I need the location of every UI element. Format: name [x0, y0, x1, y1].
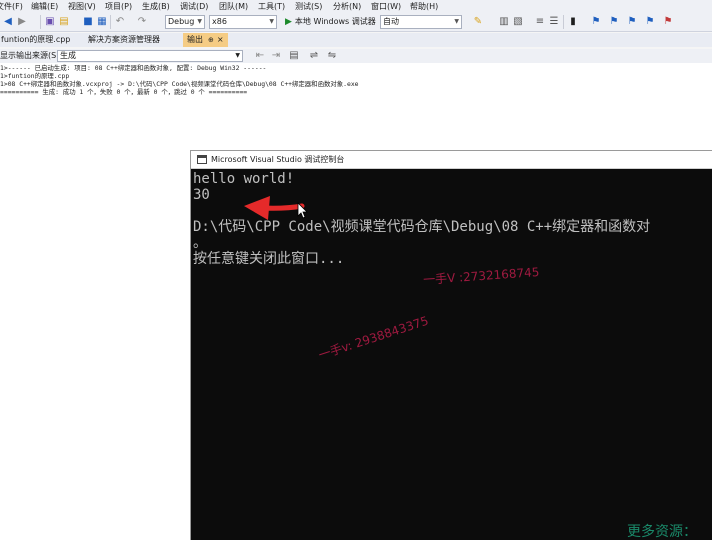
console-line: 30 [193, 187, 210, 203]
chevron-down-icon: ▼ [235, 52, 240, 59]
undo-icon[interactable]: ↶ [114, 16, 126, 28]
output-source-select[interactable]: 生成 ▼ [57, 50, 243, 62]
output-text-area[interactable]: 1>------ 已启动生成: 项目: 08 C++绑定器和函数对象, 配置: … [0, 63, 712, 153]
menu-bar: 文件(F) 编辑(E) 视图(V) 项目(P) 生成(B) 调试(D) 团队(M… [0, 0, 712, 12]
new-project-icon[interactable]: ▣ [44, 16, 56, 28]
menu-window[interactable]: 窗口(W) [371, 1, 401, 12]
console-line: 。 [193, 235, 207, 251]
output-line: 1>funtion的原理.cpp [0, 72, 70, 80]
next-bookmark-icon[interactable]: ⚑ [608, 16, 620, 28]
platform-select[interactable]: x86 ▼ [209, 15, 277, 29]
open-file-icon[interactable]: ▤ [58, 16, 70, 28]
clear-bookmarks-icon[interactable]: ⚑ [662, 16, 674, 28]
indent-icon[interactable]: ≡ [534, 16, 546, 28]
redo-icon[interactable]: ↷ [136, 16, 148, 28]
folder-bookmark-icon[interactable]: ⚑ [626, 16, 638, 28]
toolbar-separator [40, 15, 41, 29]
debug-console-window[interactable]: Microsoft Visual Studio 调试控制台 hello worl… [190, 150, 712, 540]
menu-analyze[interactable]: 分析(N) [333, 1, 361, 12]
output-line: 1>------ 已启动生成: 项目: 08 C++绑定器和函数对象, 配置: … [0, 64, 267, 72]
save-icon[interactable]: ■ [82, 16, 94, 28]
word-wrap-icon[interactable]: ⇌ [308, 50, 320, 62]
menu-edit[interactable]: 编辑(E) [31, 1, 58, 12]
output-line: 1>08 C++绑定器和函数对象.vcxproj -> D:\代码\CPP Co… [0, 80, 359, 88]
menu-project[interactable]: 项目(P) [105, 1, 132, 12]
chevron-down-icon: ▼ [197, 18, 202, 25]
configuration-select[interactable]: Debug ▼ [165, 15, 205, 29]
menu-file[interactable]: 文件(F) [0, 1, 23, 12]
toggle-wrap-icon[interactable]: ⇋ [326, 50, 338, 62]
chevron-down-icon: ▼ [269, 18, 274, 25]
start-debugging-button[interactable]: ▶ 本地 Windows 调试器 [285, 15, 376, 29]
output-line: ========== 生成: 成功 1 个，失败 0 个，最新 0 个，跳过 0… [0, 88, 248, 96]
menu-build[interactable]: 生成(B) [142, 1, 170, 12]
console-title: Microsoft Visual Studio 调试控制台 [211, 155, 345, 164]
next-message-icon[interactable]: ⇥ [270, 50, 282, 62]
forward-icon[interactable]: ▶ [16, 16, 28, 28]
menu-tools[interactable]: 工具(T) [258, 1, 285, 12]
console-title-bar[interactable]: Microsoft Visual Studio 调试控制台 [191, 151, 712, 169]
next-in-folder-icon[interactable]: ⚑ [644, 16, 656, 28]
console-line: hello world! [193, 171, 295, 187]
save-all-icon[interactable]: ▦ [96, 16, 108, 28]
outdent-icon[interactable]: ☰ [548, 16, 560, 28]
output-source-label: 显示输出来源(S): [0, 51, 63, 60]
chevron-down-icon: ▼ [454, 18, 459, 25]
menu-view[interactable]: 视图(V) [68, 1, 96, 12]
more-resources-text: 更多资源： [627, 524, 697, 540]
layout-icon[interactable]: ▥ [498, 16, 510, 28]
output-empty-area [0, 153, 190, 540]
watermark-text: 一手v: 2938843375 [316, 313, 431, 363]
play-icon: ▶ [285, 17, 292, 27]
bookmark-icon[interactable]: ▮ [567, 16, 579, 28]
toolbar-separator [110, 15, 111, 29]
find-icon[interactable]: ✎ [472, 16, 484, 28]
output-toolbar: 显示输出来源(S): 生成 ▼ ⇤ ⇥ ▤ ⇌ ⇋ [0, 49, 712, 63]
tab-solution-explorer[interactable]: 解决方案资源管理器 [84, 33, 164, 47]
prev-message-icon[interactable]: ⇤ [254, 50, 266, 62]
windows-icon[interactable]: ▧ [512, 16, 524, 28]
console-line: 按任意键关闭此窗口... [193, 251, 345, 267]
document-tab-bar: funtion的原理.cpp 解决方案资源管理器 输出 ⊕ × [0, 33, 712, 47]
pin-icon[interactable]: ⊕ [208, 36, 214, 44]
clear-all-icon[interactable]: ▤ [288, 50, 300, 62]
toolbar-separator [563, 15, 564, 29]
standard-toolbar: ◀ ▶ ▣ ▤ ■ ▦ ↶ ↷ Debug ▼ x86 ▼ ▶ 本地 Windows … [0, 12, 712, 32]
back-icon[interactable]: ◀ [2, 16, 14, 28]
console-line: D:\代码\CPP Code\视频课堂代码仓库\Debug\08 C++绑定器和… [193, 219, 651, 235]
run-mode-select[interactable]: 自动 ▼ [380, 15, 462, 29]
console-app-icon [197, 155, 207, 164]
console-output: hello world! 30 D:\代码\CPP Code\视频课堂代码仓库\… [193, 171, 712, 267]
tab-funtion-cpp[interactable]: funtion的原理.cpp [0, 33, 74, 47]
tab-output[interactable]: 输出 ⊕ × [183, 33, 228, 47]
menu-help[interactable]: 帮助(H) [410, 1, 438, 12]
menu-test[interactable]: 测试(S) [295, 1, 322, 12]
prev-bookmark-icon[interactable]: ⚑ [590, 16, 602, 28]
menu-team[interactable]: 团队(M) [219, 1, 248, 12]
close-icon[interactable]: × [217, 35, 224, 44]
menu-debug[interactable]: 调试(D) [180, 1, 208, 12]
